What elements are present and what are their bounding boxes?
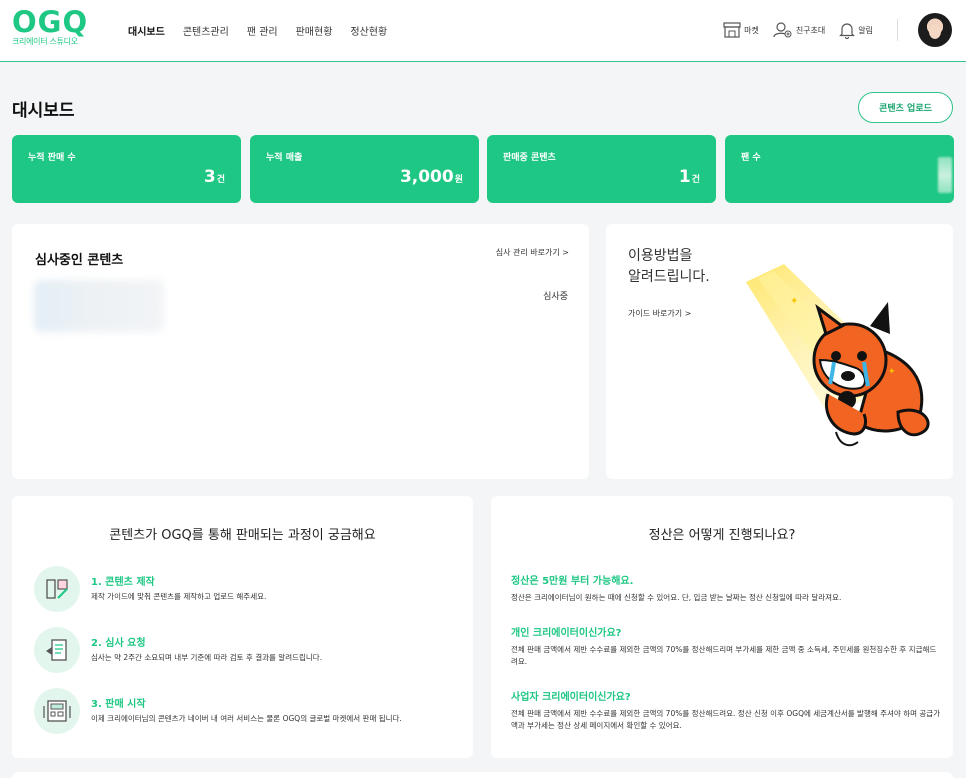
faq-item: 개인 크리에이터이신가요? 전체 판매 금액에서 제반 수수료를 제외한 금액의… — [511, 624, 941, 668]
guide-panel: 이용방법을 알려드립니다. 가이드 바로가기 > ✦ ✦ — [606, 224, 953, 479]
step-heading: 2. 심사 요청 — [91, 638, 146, 649]
faq-question: 사업자 크리에이터이신가요? — [511, 692, 631, 703]
market-link[interactable]: 마켓 — [723, 22, 759, 38]
settlement-panel: 정산은 어떻게 진행되나요? 정산은 5만원 부터 가능해요. 정산은 크리에이… — [491, 496, 953, 758]
stat-card-contents-on-sale: 판매중 콘텐츠 1건 — [487, 135, 716, 203]
nav-sales-status[interactable]: 판매현황 — [296, 23, 333, 38]
content-create-icon — [34, 566, 80, 612]
bell-icon — [839, 22, 856, 39]
invite-label: 친구초대 — [795, 25, 826, 35]
faq-answer: 정산은 크리에이터님이 원하는 때에 신청할 수 있어요. 단, 입금 받는 날… — [511, 593, 842, 602]
step-description: 심사는 약 2주간 소요되며 내부 기준에 따라 검토 후 결과를 알려드립니다… — [91, 653, 323, 662]
stat-unit: 건 — [691, 175, 700, 185]
process-step-3: 3. 판매 시작 이제 크리에이터님의 콘텐츠가 네이버 내 여러 서비스는 물… — [34, 688, 474, 736]
stat-card-total-sales: 누적 판매 수 3건 — [12, 135, 241, 203]
store-icon — [723, 22, 741, 38]
svg-text:✦: ✦ — [888, 367, 896, 377]
market-label: 마켓 — [744, 25, 759, 35]
stat-value: 1건 — [679, 167, 700, 187]
review-manage-link[interactable]: 심사 관리 바로가기 > — [496, 247, 569, 258]
nav-fan-management[interactable]: 팬 관리 — [247, 23, 278, 38]
faq-question: 정산은 5만원 부터 가능해요. — [511, 576, 634, 587]
stat-number: 3,000 — [399, 167, 454, 187]
review-request-icon — [34, 627, 80, 673]
add-user-icon — [773, 22, 792, 38]
header-divider — [897, 19, 898, 41]
invite-friend-link[interactable]: 친구초대 — [773, 22, 825, 38]
review-title: 심사중인 콘텐츠 — [35, 253, 124, 268]
svg-text:✦: ✦ — [790, 296, 798, 307]
user-avatar[interactable] — [918, 13, 952, 47]
top-header: OGQ 크리에이터 스튜디오 대시보드 콘텐츠관리 팬 관리 판매현황 정산현황… — [0, 0, 966, 62]
process-title: 콘텐츠가 OGQ를 통해 판매되는 과정이 궁금해요 — [109, 528, 376, 543]
alarm-label: 알림 — [858, 25, 873, 35]
stat-number: 1 — [678, 167, 691, 187]
next-panel-edge — [12, 772, 953, 778]
stat-unit: 건 — [216, 175, 225, 185]
faq-answer: 전체 판매 금액에서 제반 수수료를 제외한 금액의 70%를 정산해드려요. … — [511, 709, 941, 730]
faq-question: 개인 크리에이터이신가요? — [511, 628, 622, 639]
store-building-icon — [34, 688, 80, 734]
step-description: 이제 크리에이터님의 콘텐츠가 네이버 내 여러 서비스는 물론 OGQ의 글로… — [91, 714, 402, 723]
mascot-illustration: ✦ ✦ — [746, 264, 930, 447]
faq-item: 정산은 5만원 부터 가능해요. 정산은 크리에이터님이 원하는 때에 신청할 … — [511, 572, 941, 604]
stat-label: 누적 판매 수 — [28, 153, 76, 163]
stat-unit: 원 — [454, 175, 463, 185]
sales-process-panel: 콘텐츠가 OGQ를 통해 판매되는 과정이 궁금해요 1. 콘텐츠 제작 제작 … — [12, 496, 473, 758]
header-actions: 마켓 친구초대 알림 — [709, 12, 952, 48]
nav-settlement-status[interactable]: 정산현황 — [350, 23, 387, 38]
step-heading: 3. 판매 시작 — [91, 699, 146, 710]
stat-number: 3 — [203, 167, 216, 187]
step-description: 제작 가이드에 맞춰 콘텐츠를 제작하고 업로드 해주세요. — [91, 592, 267, 601]
ogq-logo[interactable]: OGQ 크리에이터 스튜디오 — [12, 5, 96, 47]
faq-item: 사업자 크리에이터이신가요? 전체 판매 금액에서 제반 수수료를 제외한 금액… — [511, 688, 941, 732]
stat-value: 3,000원 — [400, 167, 463, 187]
guide-title: 이용방법을 알려드립니다. — [628, 248, 710, 285]
page-title: 대시보드 — [12, 101, 75, 121]
alarm-link[interactable]: 알림 — [839, 22, 873, 39]
stat-card-total-revenue: 누적 매출 3,000원 — [250, 135, 479, 203]
content-upload-button[interactable]: 콘텐츠 업로드 — [858, 92, 953, 123]
nav-content-management[interactable]: 콘텐츠관리 — [183, 23, 229, 38]
review-panel: 심사중인 콘텐츠 심사 관리 바로가기 > 심사중 — [12, 224, 589, 479]
logo-mark: OGQ — [12, 5, 89, 39]
settlement-title: 정산은 어떻게 진행되나요? — [648, 528, 796, 543]
stat-label: 판매중 콘텐츠 — [503, 153, 556, 163]
nav-dashboard[interactable]: 대시보드 — [128, 23, 165, 38]
process-step-2: 2. 심사 요청 심사는 약 2주간 소요되며 내부 기준에 따라 검토 후 결… — [34, 627, 474, 675]
guide-link[interactable]: 가이드 바로가기 > — [628, 308, 691, 319]
stat-label: 누적 매출 — [266, 153, 303, 163]
stat-label: 팬 수 — [741, 153, 761, 163]
review-status: 심사중 — [543, 292, 568, 302]
step-heading: 1. 콘텐츠 제작 — [91, 577, 155, 588]
blurred-content-item — [34, 280, 164, 332]
main-nav: 대시보드 콘텐츠관리 팬 관리 판매현황 정산현황 — [128, 23, 405, 38]
faq-answer: 전체 판매 금액에서 제반 수수료를 제외한 금액의 70%를 정산해드리며 부… — [511, 645, 937, 666]
stat-value: 3건 — [204, 167, 225, 187]
blurred-value — [938, 157, 952, 193]
stat-card-fans: 팬 수 — [725, 135, 954, 203]
process-step-1: 1. 콘텐츠 제작 제작 가이드에 맞춰 콘텐츠를 제작하고 업로드 해주세요. — [34, 566, 474, 614]
